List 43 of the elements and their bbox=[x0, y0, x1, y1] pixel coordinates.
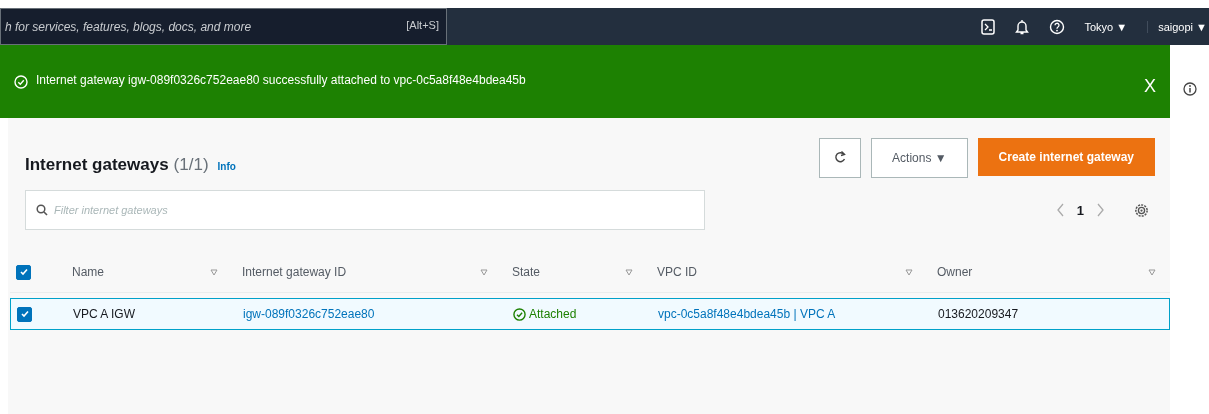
column-header[interactable]: Owner bbox=[937, 265, 973, 279]
refresh-icon bbox=[834, 149, 847, 164]
actions-button[interactable]: Actions ▼ bbox=[871, 138, 968, 178]
next-page-icon[interactable] bbox=[1096, 203, 1104, 217]
check-circle-icon bbox=[14, 74, 28, 89]
sort-icon[interactable] bbox=[1148, 268, 1156, 276]
vpc-link[interactable]: vpc-0c5a8f48e4bdea45b | VPC A bbox=[658, 307, 836, 321]
check-circle-icon bbox=[513, 307, 526, 321]
row-checkbox[interactable] bbox=[17, 306, 32, 322]
refresh-button[interactable] bbox=[819, 138, 862, 178]
search-icon bbox=[36, 204, 48, 216]
sort-icon[interactable] bbox=[905, 268, 913, 276]
column-header[interactable]: VPC ID bbox=[657, 265, 697, 279]
banner-message: Internet gateway igw-089f0326c752eae80 successfully attached to vpc-0c5a8f48e4bdea45b bbox=[36, 72, 527, 87]
checkmark-icon bbox=[18, 267, 29, 277]
close-button[interactable]: X bbox=[1130, 76, 1170, 97]
checkmark-icon bbox=[19, 309, 30, 319]
status-text: Attached bbox=[529, 307, 577, 321]
panel-title: Internet gateways bbox=[25, 155, 169, 175]
table-cell: 013620209347 bbox=[938, 307, 1019, 321]
table-row[interactable]: VPC A IGW igw-089f0326c752eae80 Attached vpc-0c5a8f48e4bdea45b | VPC A 013620209347 bbox=[10, 298, 1170, 330]
bell-icon[interactable] bbox=[1014, 18, 1029, 35]
gateway-link[interactable]: igw-089f0326c752eae80 bbox=[243, 307, 375, 321]
help-icon[interactable] bbox=[1048, 18, 1065, 35]
user-menu[interactable]: saigopi ▼ bbox=[1147, 20, 1207, 33]
column-header[interactable]: Internet gateway ID bbox=[242, 265, 347, 279]
page-number[interactable]: 1 bbox=[1076, 202, 1084, 218]
settings-icon[interactable] bbox=[1134, 202, 1149, 218]
region-menu[interactable]: Tokyo ▼ bbox=[1084, 20, 1128, 33]
previous-page-icon[interactable] bbox=[1056, 203, 1065, 217]
info-icon[interactable] bbox=[1182, 82, 1197, 96]
terminal-icon[interactable] bbox=[980, 18, 995, 35]
column-header[interactable]: Name bbox=[72, 265, 104, 279]
shortcut-hint: [Alt+S] bbox=[406, 19, 439, 31]
filter-field[interactable]: Filter internet gateways bbox=[25, 190, 705, 230]
sort-icon[interactable] bbox=[625, 268, 633, 276]
info-link[interactable]: Info bbox=[217, 161, 236, 172]
item-count: (1/1) bbox=[173, 155, 209, 175]
sort-icon[interactable] bbox=[210, 268, 218, 276]
table-cell: VPC A IGW bbox=[73, 307, 135, 321]
sort-icon[interactable] bbox=[480, 268, 488, 276]
select-all-checkbox[interactable] bbox=[16, 264, 31, 280]
column-header[interactable]: State bbox=[512, 265, 541, 279]
